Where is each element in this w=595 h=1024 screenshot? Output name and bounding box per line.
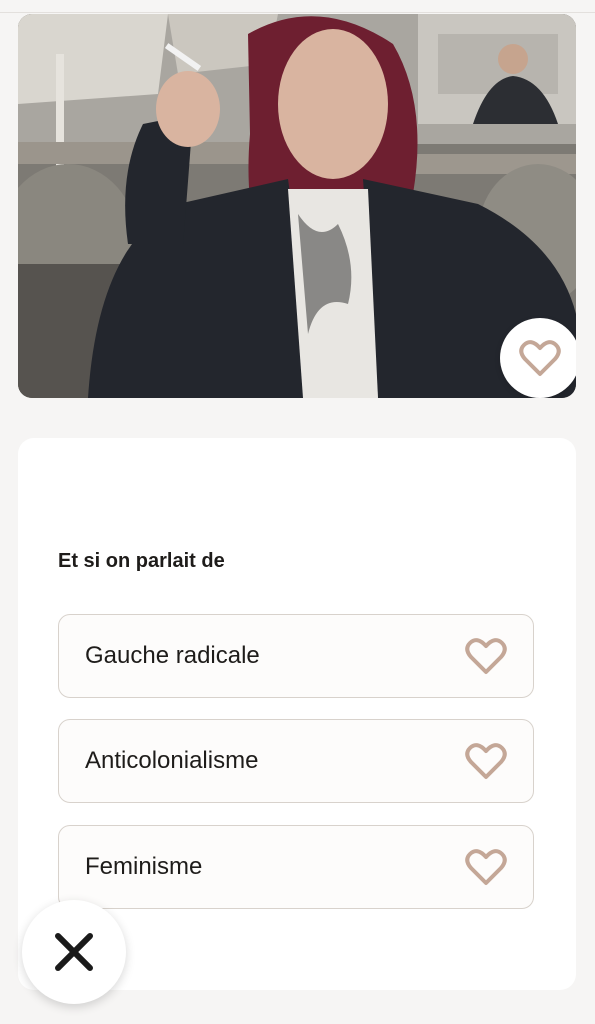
heart-icon — [519, 340, 561, 376]
topic-label: Gauche radicale — [85, 642, 260, 669]
topic-label: Anticolonialisme — [85, 747, 259, 774]
dismiss-button[interactable] — [22, 900, 126, 1004]
heart-icon[interactable] — [465, 636, 507, 676]
topic-anticolonialisme[interactable]: Anticolonialisme — [58, 719, 534, 803]
profile-photo-image — [18, 14, 576, 398]
topic-label: Feminisme — [85, 853, 203, 880]
topic-feminisme[interactable]: Feminisme — [58, 825, 534, 909]
topic-gauche-radicale[interactable]: Gauche radicale — [58, 614, 534, 698]
heart-icon[interactable] — [465, 847, 507, 887]
profile-photo[interactable] — [18, 14, 576, 398]
close-icon — [55, 933, 93, 971]
like-photo-button[interactable] — [500, 318, 576, 398]
conversation-prompt: Et si on parlait de — [58, 550, 225, 572]
heart-icon[interactable] — [465, 741, 507, 781]
status-bar-edge — [0, 0, 595, 13]
